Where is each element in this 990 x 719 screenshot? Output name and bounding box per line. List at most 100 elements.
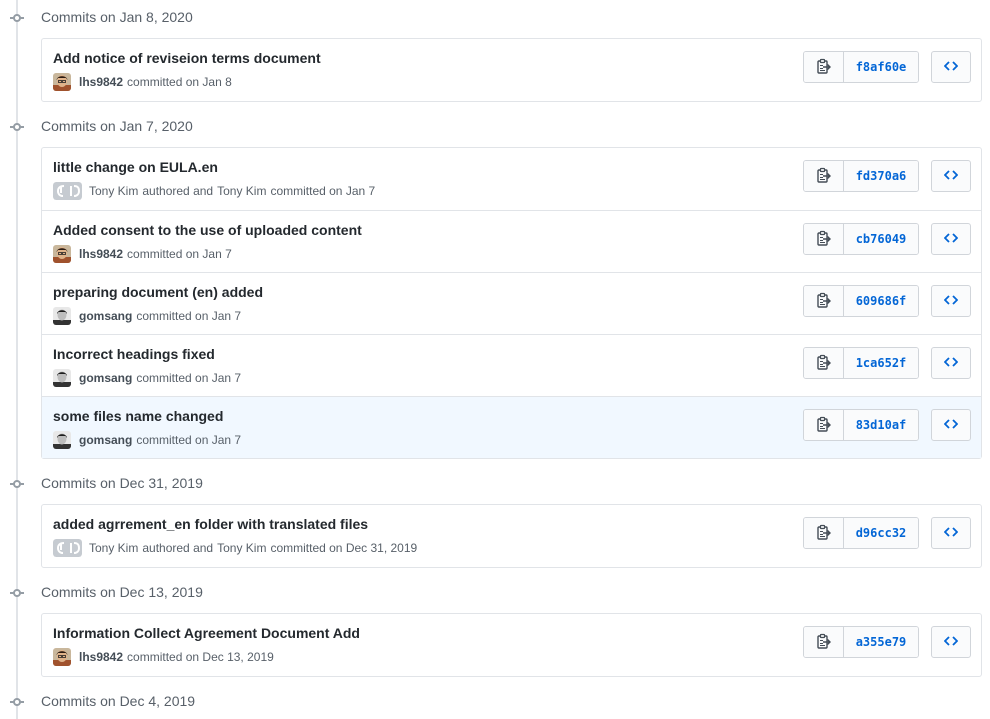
commit-author-link[interactable]: lhs9842 [79, 247, 123, 261]
commit-message-link[interactable]: added agrrement_en folder with translate… [53, 516, 368, 532]
commit-timeline-icon [10, 695, 24, 709]
commit-sha-link[interactable]: cb76049 [844, 224, 918, 254]
commit-group-header: Commits on Jan 8, 2020 [0, 8, 980, 28]
commit-meta: gomsang committed on Jan 7 [53, 369, 245, 387]
commit-meta: lhs9842 committed on Jan 8 [53, 73, 236, 91]
clipboard-icon [816, 167, 831, 186]
avatar[interactable] [53, 648, 71, 666]
sha-button-group: 83d10af [803, 409, 919, 441]
code-icon [943, 293, 959, 309]
committer-name: Tony Kim [217, 184, 267, 198]
commit-author-name: Tony Kim [89, 541, 139, 555]
commit-row: Added consent to the use of uploaded con… [42, 210, 981, 272]
commit-sha-link[interactable]: fd370a6 [844, 161, 918, 191]
commit-sha-link[interactable]: d96cc32 [844, 518, 918, 548]
commit-date-text: committed on Jan 7 [270, 184, 376, 198]
sha-button-group: fd370a6 [803, 160, 919, 192]
browse-repository-button[interactable] [931, 160, 971, 192]
commit-row: little change on EULA.en Tony Kim author… [42, 148, 981, 210]
commit-group-header: Commits on Dec 31, 2019 [0, 474, 980, 494]
commit-message-link[interactable]: Incorrect headings fixed [53, 346, 215, 362]
sha-button-group: 609686f [803, 285, 919, 317]
commit-sha-link[interactable]: 83d10af [844, 410, 918, 440]
commit-message-link[interactable]: Add notice of reviseion terms document [53, 50, 321, 66]
commit-group-header: Commits on Jan 7, 2020 [0, 117, 980, 137]
commit-group-title: Commits on Dec 4, 2019 [41, 693, 196, 709]
sha-button-group: f8af60e [803, 51, 919, 83]
commit-list: Information Collect Agreement Document A… [41, 613, 982, 677]
copy-sha-button[interactable] [804, 161, 844, 191]
commit-author-link[interactable]: gomsang [79, 433, 132, 447]
commit-sha-link[interactable]: a355e79 [844, 627, 918, 657]
commit-message-link[interactable]: some files name changed [53, 408, 223, 424]
avatar[interactable] [53, 73, 71, 91]
browse-repository-button[interactable] [931, 223, 971, 255]
sha-button-group: 1ca652f [803, 347, 919, 379]
commit-list: added agrrement_en folder with translate… [41, 504, 982, 568]
commit-sha-link[interactable]: 1ca652f [844, 348, 918, 378]
commit-meta: lhs9842 committed on Dec 13, 2019 [53, 648, 278, 666]
github-ghost-icon [53, 539, 82, 557]
commit-row: Incorrect headings fixed gomsang committ… [42, 334, 981, 396]
commit-timeline-icon [10, 477, 24, 491]
code-icon [943, 168, 959, 184]
copy-sha-button[interactable] [804, 518, 844, 548]
clipboard-icon [816, 354, 831, 373]
timeline-line [16, 0, 18, 719]
authored-text: authored and [142, 541, 214, 555]
commit-date-text: committed on Jan 7 [136, 309, 242, 323]
copy-sha-button[interactable] [804, 410, 844, 440]
commit-message-link[interactable]: little change on EULA.en [53, 159, 218, 175]
commit-date-text: committed on Jan 8 [127, 75, 232, 89]
sha-button-group: cb76049 [803, 223, 919, 255]
avatar[interactable] [53, 431, 71, 449]
clipboard-icon [816, 230, 831, 249]
clipboard-icon [816, 524, 831, 543]
commit-author-link[interactable]: lhs9842 [79, 650, 123, 664]
clipboard-icon [816, 292, 831, 311]
avatar[interactable] [53, 307, 71, 325]
clipboard-icon [816, 58, 831, 77]
copy-sha-button[interactable] [804, 52, 844, 82]
sha-button-group: d96cc32 [803, 517, 919, 549]
commit-sha-link[interactable]: f8af60e [844, 52, 918, 82]
avatar[interactable] [53, 245, 71, 263]
commit-timeline-icon [10, 586, 24, 600]
sha-button-group: a355e79 [803, 626, 919, 658]
committer-name: Tony Kim [217, 541, 267, 555]
browse-repository-button[interactable] [931, 51, 971, 83]
commit-meta: lhs9842 committed on Jan 7 [53, 245, 236, 263]
commit-author-link[interactable]: lhs9842 [79, 75, 123, 89]
commit-sha-link[interactable]: 609686f [844, 286, 918, 316]
commit-message-link[interactable]: preparing document (en) added [53, 284, 263, 300]
browse-repository-button[interactable] [931, 626, 971, 658]
commit-date-text: committed on Jan 7 [127, 247, 232, 261]
commit-author-link[interactable]: gomsang [79, 371, 132, 385]
commit-author-link[interactable]: gomsang [79, 309, 132, 323]
browse-repository-button[interactable] [931, 285, 971, 317]
commit-row: added agrrement_en folder with translate… [42, 505, 981, 567]
commit-date-text: committed on Jan 7 [136, 371, 242, 385]
commit-meta: Tony Kim authored and Tony Kim committed… [53, 182, 379, 200]
copy-sha-button[interactable] [804, 348, 844, 378]
copy-sha-button[interactable] [804, 627, 844, 657]
commit-meta: gomsang committed on Jan 7 [53, 431, 245, 449]
commit-group-title: Commits on Dec 13, 2019 [41, 584, 203, 600]
commit-date-text: committed on Dec 13, 2019 [127, 650, 274, 664]
commit-message-link[interactable]: Added consent to the use of uploaded con… [53, 222, 362, 238]
code-icon [943, 355, 959, 371]
browse-repository-button[interactable] [931, 347, 971, 379]
code-icon [943, 59, 959, 75]
commit-date-text: committed on Dec 31, 2019 [270, 541, 418, 555]
browse-repository-button[interactable] [931, 409, 971, 441]
commit-message-link[interactable]: Information Collect Agreement Document A… [53, 625, 360, 641]
browse-repository-button[interactable] [931, 517, 971, 549]
code-icon [943, 634, 959, 650]
code-icon [943, 417, 959, 433]
copy-sha-button[interactable] [804, 224, 844, 254]
avatar[interactable] [53, 369, 71, 387]
commit-group-title: Commits on Dec 31, 2019 [41, 475, 203, 491]
clipboard-icon [816, 633, 831, 652]
commit-group-header: Commits on Dec 13, 2019 [0, 583, 980, 603]
copy-sha-button[interactable] [804, 286, 844, 316]
